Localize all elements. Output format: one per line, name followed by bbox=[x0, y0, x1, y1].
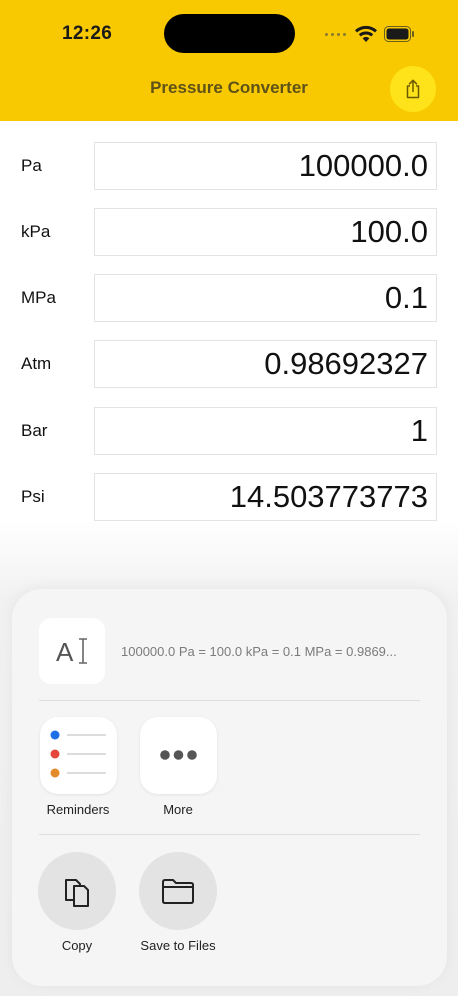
folder-icon bbox=[162, 879, 194, 904]
share-preview-text: 100000.0 Pa = 100.0 kPa = 0.1 MPa = 0.98… bbox=[121, 644, 397, 659]
cellular-signal-icon bbox=[325, 33, 346, 36]
pa-input[interactable] bbox=[94, 142, 437, 190]
row-atm: Atm bbox=[0, 340, 458, 388]
reminders-button[interactable] bbox=[40, 717, 117, 794]
share-sheet: A 100000.0 Pa = 100.0 kPa = 0.1 MPa = 0.… bbox=[12, 589, 447, 986]
app-screen: 12:26 Pressure Converter Pa kPa MPa bbox=[0, 0, 458, 996]
reminders-icon bbox=[50, 730, 106, 778]
battery-icon bbox=[384, 26, 414, 42]
share-icon bbox=[406, 79, 420, 99]
wifi-icon bbox=[355, 25, 377, 42]
reminders-label: Reminders bbox=[46, 802, 110, 817]
psi-input[interactable] bbox=[94, 473, 437, 521]
copy-icon bbox=[65, 879, 89, 907]
copy-button[interactable] bbox=[38, 852, 116, 930]
unit-label: Atm bbox=[21, 354, 52, 373]
row-mpa: MPa bbox=[0, 274, 458, 322]
row-psi: Psi bbox=[0, 473, 458, 521]
bar-input[interactable] bbox=[94, 407, 437, 455]
kpa-input[interactable] bbox=[94, 208, 437, 256]
save-to-files-label: Save to Files bbox=[140, 938, 216, 953]
status-time: 12:26 bbox=[62, 23, 113, 44]
more-label: More bbox=[163, 802, 193, 817]
mpa-input[interactable] bbox=[94, 274, 437, 322]
row-bar: Bar bbox=[0, 407, 458, 455]
more-button[interactable] bbox=[140, 717, 217, 794]
row-kpa: kPa bbox=[0, 208, 458, 256]
unit-label: kPa bbox=[21, 222, 51, 241]
copy-label: Copy bbox=[61, 938, 93, 953]
unit-label: MPa bbox=[21, 288, 56, 307]
atm-input[interactable] bbox=[94, 340, 437, 388]
header-bar: 12:26 Pressure Converter bbox=[0, 0, 458, 121]
save-to-files-button[interactable] bbox=[139, 852, 217, 930]
dynamic-island bbox=[164, 14, 295, 53]
text-document-icon: A bbox=[39, 618, 105, 684]
unit-label: Psi bbox=[21, 487, 45, 506]
svg-text:A: A bbox=[56, 637, 74, 666]
more-icon bbox=[160, 750, 197, 760]
divider bbox=[39, 834, 420, 835]
row-pa: Pa bbox=[0, 142, 458, 190]
unit-label: Pa bbox=[21, 156, 42, 175]
divider bbox=[39, 700, 420, 701]
unit-label: Bar bbox=[21, 421, 48, 440]
share-button[interactable] bbox=[390, 66, 436, 112]
